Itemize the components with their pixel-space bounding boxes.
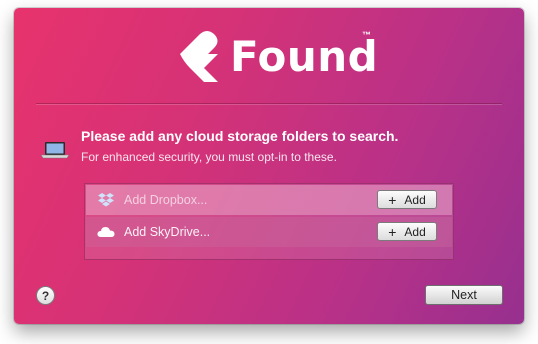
plus-icon: +	[388, 191, 397, 208]
skydrive-label: Add SkyDrive...	[124, 225, 211, 239]
add-button-label: Add	[404, 224, 426, 239]
plus-icon: +	[388, 223, 397, 240]
laptop-icon	[41, 142, 69, 159]
dropbox-icon	[98, 193, 114, 207]
setup-window: Found ™ Please add any cloud storage fol…	[14, 8, 524, 324]
logo-text: Found	[230, 31, 379, 81]
next-button[interactable]: Next	[425, 285, 503, 305]
prompt-subheading: For enhanced security, you must opt-in t…	[81, 150, 337, 164]
prompt-heading: Please add any cloud storage folders to …	[81, 128, 399, 144]
trademark-symbol: ™	[362, 30, 371, 40]
help-button[interactable]: ?	[36, 286, 55, 305]
cloud-services-list: Add Dropbox... + Add Add SkyDrive... + A…	[84, 183, 454, 260]
add-dropbox-button[interactable]: + Add	[377, 190, 437, 209]
header-divider	[36, 103, 502, 104]
found-logo-icon	[180, 31, 218, 82]
found-logo: Found ™	[174, 26, 378, 86]
list-item-skydrive: Add SkyDrive... + Add	[86, 217, 452, 247]
dropbox-label: Add Dropbox...	[124, 193, 208, 207]
add-skydrive-button[interactable]: + Add	[377, 222, 437, 241]
add-button-label: Add	[404, 192, 426, 207]
skydrive-cloud-icon	[97, 227, 115, 237]
list-item-dropbox: Add Dropbox... + Add	[86, 185, 452, 215]
